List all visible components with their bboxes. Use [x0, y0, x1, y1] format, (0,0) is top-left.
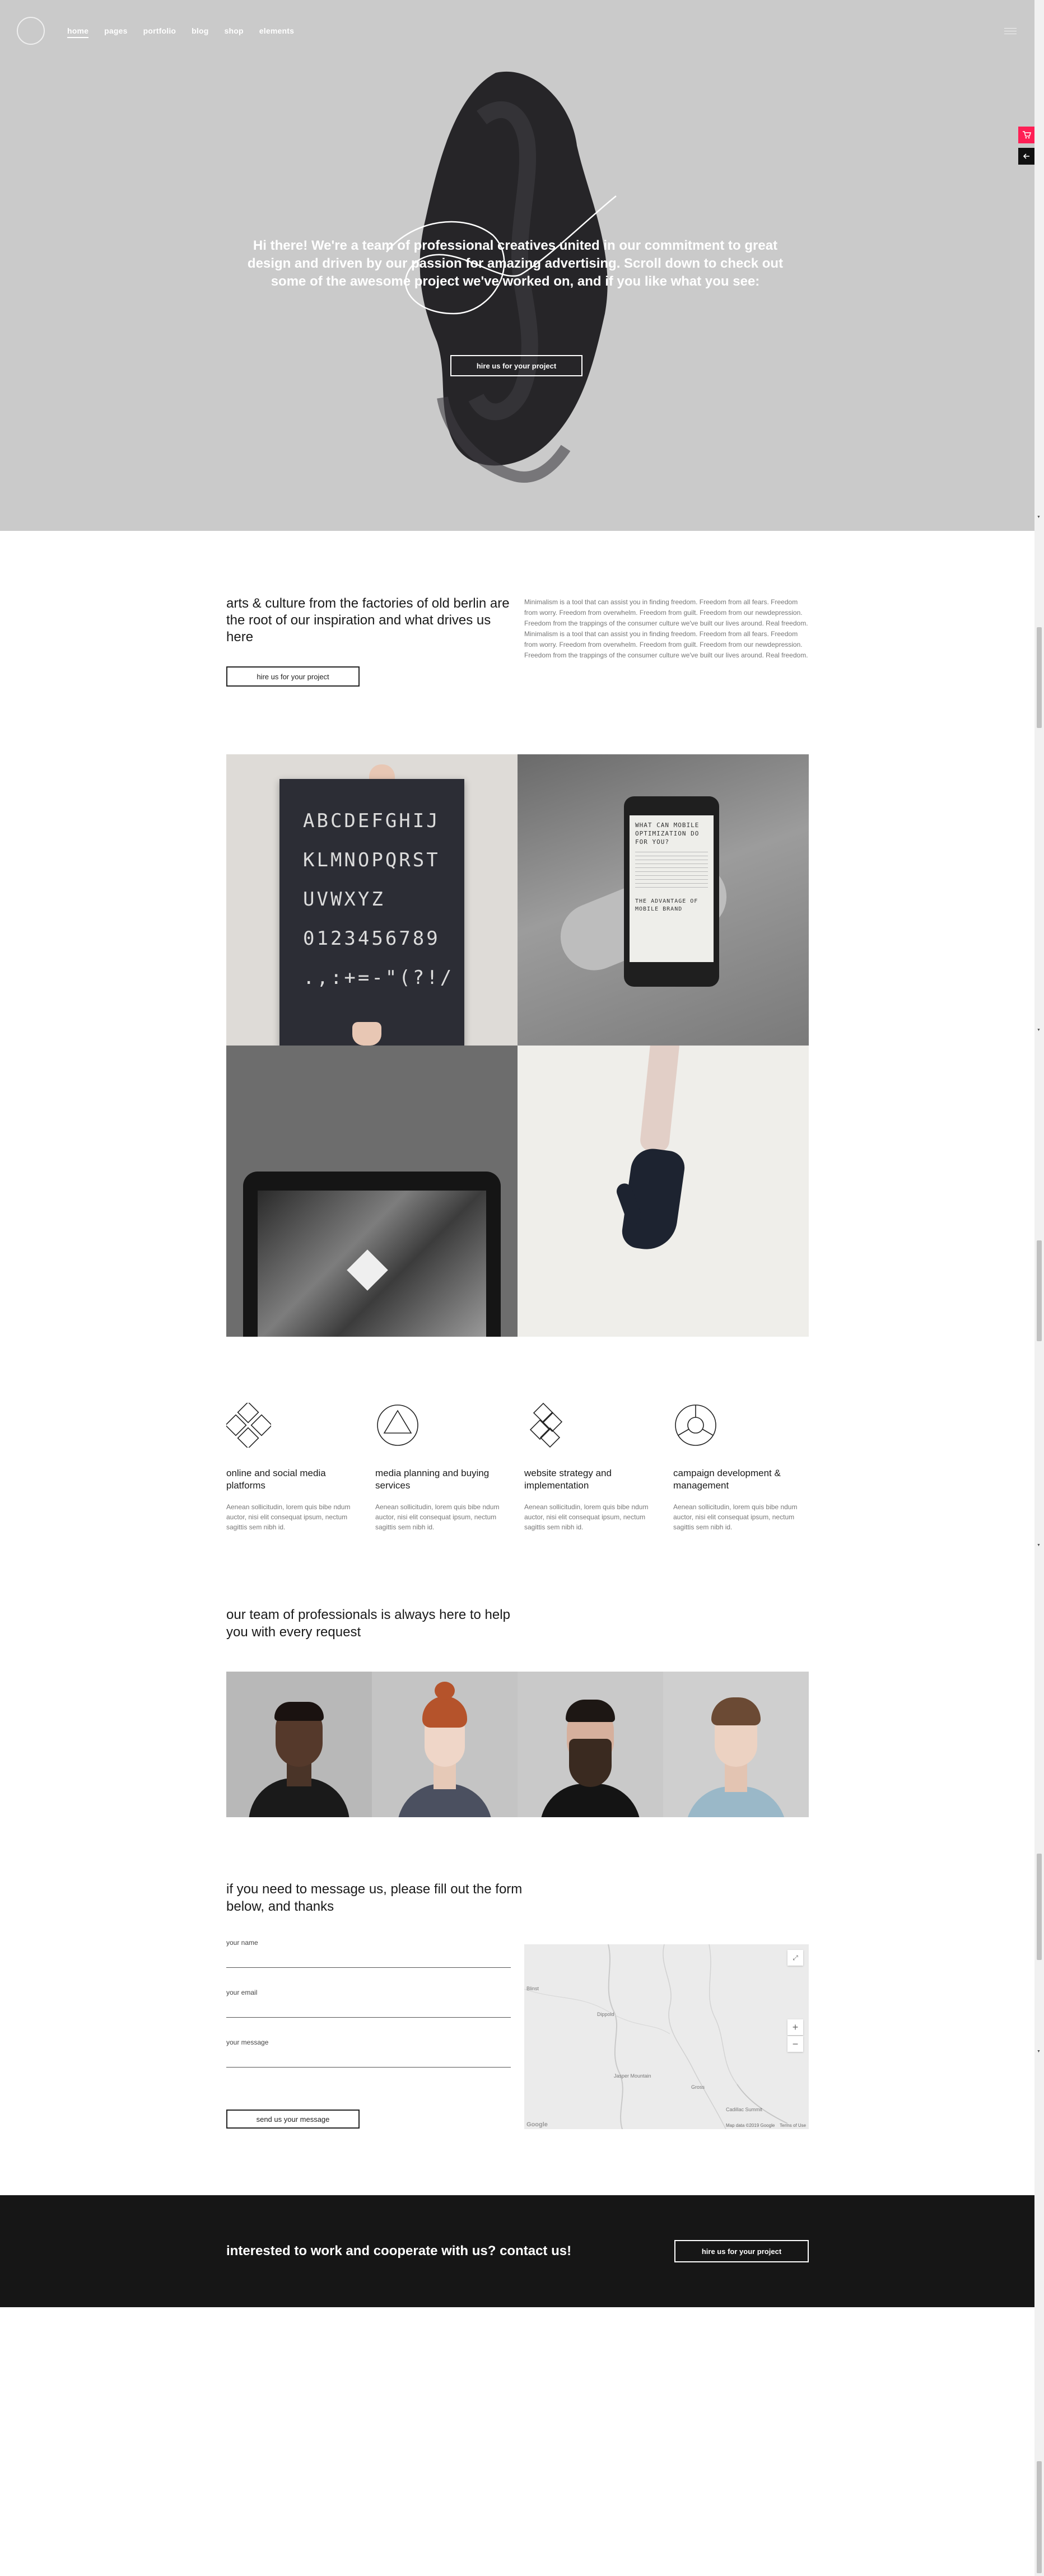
poster-row: KLMNOPQRST	[303, 849, 440, 871]
service-text: Aenean sollicitudin, lorem quis bibe ndu…	[375, 1503, 500, 1531]
hero-text: Hi there! We're a team of professional c…	[247, 238, 784, 289]
cta-text: interested to work and cooperate with us…	[226, 2243, 572, 2258]
nav-item-portfolio[interactable]: portfolio	[143, 26, 176, 38]
map-place-label: Gross	[691, 2084, 705, 2090]
phone-lines	[635, 852, 708, 891]
phone-sub: THE ADVANTAGE OF MOBILE BRAND	[635, 898, 698, 912]
map-place-label: Blinst	[526, 1986, 539, 1991]
arrow-left-icon[interactable]	[1018, 148, 1034, 165]
map-place-label: Dippold	[597, 2012, 614, 2017]
nav-item-blog[interactable]: blog	[192, 26, 208, 38]
map-place-label: Jasper Mountain	[614, 2073, 651, 2079]
cta-hire-button[interactable]: hire us for your project	[674, 2240, 809, 2262]
intro-paragraph: Minimalism is a tool that can assist you…	[524, 598, 808, 659]
scroll-arrow-icon[interactable]: ▼	[1037, 1543, 1041, 1547]
service-card: online and social media platforms Aenean…	[225, 1401, 361, 1532]
poster-board: ABCDEFGHIJ KLMNOPQRST UVWXYZ 0123456789 …	[279, 779, 464, 1046]
map-attribution: Map data ©2019 Google	[726, 2123, 775, 2128]
hamburger-menu-icon[interactable]	[1004, 28, 1017, 35]
scrollbar-thumb[interactable]	[1037, 2461, 1042, 2573]
hero-hire-button[interactable]: hire us for your project	[450, 355, 582, 376]
member-bun	[435, 1682, 455, 1700]
team-member-photo[interactable]	[518, 1672, 663, 1817]
map-zoom-out-icon[interactable]: −	[787, 2036, 803, 2052]
map-provider-logo: Google	[526, 2121, 548, 2128]
nav-item-home[interactable]: home	[67, 26, 89, 38]
service-text: Aenean sollicitudin, lorem quis bibe ndu…	[673, 1503, 798, 1531]
message-field[interactable]	[226, 2052, 511, 2068]
poster-row: ABCDEFGHIJ	[303, 810, 440, 832]
service-title: campaign development & management	[673, 1468, 781, 1491]
team-heading: our team of professionals is always here…	[226, 1607, 510, 1640]
email-label: your email	[226, 1989, 258, 1996]
team-member-photo[interactable]	[372, 1672, 518, 1817]
team-member-photo[interactable]	[663, 1672, 809, 1817]
gallery-tile-tablet[interactable]	[226, 1046, 518, 1337]
service-text: Aenean sollicitudin, lorem quis bibe ndu…	[226, 1503, 351, 1531]
poster-row: .,:+=-"(?!/	[303, 967, 454, 989]
email-field[interactable]	[226, 2002, 511, 2018]
member-hair	[274, 1702, 324, 1721]
site-logo[interactable]	[17, 17, 45, 45]
cta-section: interested to work and cooperate with us…	[0, 2195, 1034, 2307]
scroll-arrow-icon[interactable]: ▼	[1037, 2050, 1041, 2054]
member-hair	[566, 1700, 615, 1722]
scrollbar-thumb[interactable]	[1037, 1240, 1042, 1341]
phone-title: WHAT CAN MOBILE OPTIMIZATION DO FOR YOU?	[635, 822, 700, 846]
circle-segments-icon	[675, 1404, 716, 1446]
nav-item-elements[interactable]: elements	[259, 26, 294, 38]
nav-item-pages[interactable]: pages	[104, 26, 127, 38]
member-hair	[422, 1696, 467, 1728]
scroll-arrow-icon[interactable]: ▼	[1037, 515, 1041, 519]
contact-heading: if you need to message us, please fill o…	[226, 1882, 523, 1914]
nav-item-shop[interactable]: shop	[225, 26, 244, 38]
circle-triangle-icon	[377, 1404, 418, 1446]
scroll-arrow-icon[interactable]: ▼	[1037, 1028, 1041, 1032]
poster-hand-bottom	[352, 1022, 381, 1046]
service-title: media planning and buying services	[375, 1468, 490, 1491]
diamond-grid-icon	[225, 1401, 273, 1449]
message-label: your message	[226, 2038, 269, 2046]
cart-icon[interactable]	[1018, 127, 1034, 143]
arm	[639, 1046, 681, 1154]
scrollbar-thumb[interactable]	[1037, 627, 1042, 728]
gallery-tile-phone[interactable]: WHAT CAN MOBILE OPTIMIZATION DO FOR YOU?…	[518, 754, 809, 1046]
name-field[interactable]	[226, 1952, 511, 1968]
service-card: media planning and buying services Aenea…	[375, 1403, 510, 1532]
map-embed[interactable]: Blinst Dippold Jasper Mountain Gross Cad…	[524, 1944, 809, 2129]
phone-device: WHAT CAN MOBILE OPTIMIZATION DO FOR YOU?…	[624, 796, 719, 987]
service-title: website strategy and implementation	[524, 1468, 612, 1491]
poster-row: UVWXYZ	[303, 888, 385, 911]
member-body	[540, 1784, 641, 1817]
scrollbar-thumb[interactable]	[1037, 1854, 1042, 1960]
gallery-tile-hand[interactable]	[518, 1046, 809, 1337]
send-message-button[interactable]: send us your message	[226, 2110, 360, 2129]
phone-screen: WHAT CAN MOBILE OPTIMIZATION DO FOR YOU?…	[630, 815, 714, 962]
member-hair	[711, 1697, 761, 1725]
map-terrain	[524, 1944, 788, 2129]
name-label: your name	[226, 1939, 258, 1947]
hero-section: home pages portfolio blog shop elements …	[0, 0, 1034, 531]
service-card: website strategy and implementation Aene…	[524, 1402, 659, 1532]
main-nav: home pages portfolio blog shop elements	[67, 26, 294, 38]
service-text: Aenean sollicitudin, lorem quis bibe ndu…	[524, 1503, 649, 1531]
map-zoom-in-icon[interactable]: +	[787, 2019, 803, 2035]
intro-hire-button[interactable]: hire us for your project	[226, 666, 360, 687]
member-beard	[569, 1739, 612, 1787]
map-fullscreen-icon[interactable]: ⤢	[787, 1950, 803, 1966]
service-title: online and social media platforms	[226, 1468, 326, 1491]
diamond-cluster-icon	[529, 1402, 563, 1448]
map-terms-link[interactable]: Terms of Use	[780, 2123, 806, 2128]
poster-row: 0123456789	[303, 927, 440, 950]
service-card: campaign development & management Aenean…	[673, 1403, 808, 1532]
intro-heading: arts & culture from the factories of old…	[226, 596, 510, 645]
tablet-device	[243, 1172, 501, 1337]
gallery-tile-typography-poster[interactable]: ABCDEFGHIJ KLMNOPQRST UVWXYZ 0123456789 …	[226, 754, 518, 1046]
map-place-label: Cadillac Summit	[726, 2107, 763, 2112]
page-scrollbar[interactable]: ▼ ▼ ▼ ▼	[1034, 0, 1044, 2576]
team-member-photo[interactable]	[226, 1672, 372, 1817]
